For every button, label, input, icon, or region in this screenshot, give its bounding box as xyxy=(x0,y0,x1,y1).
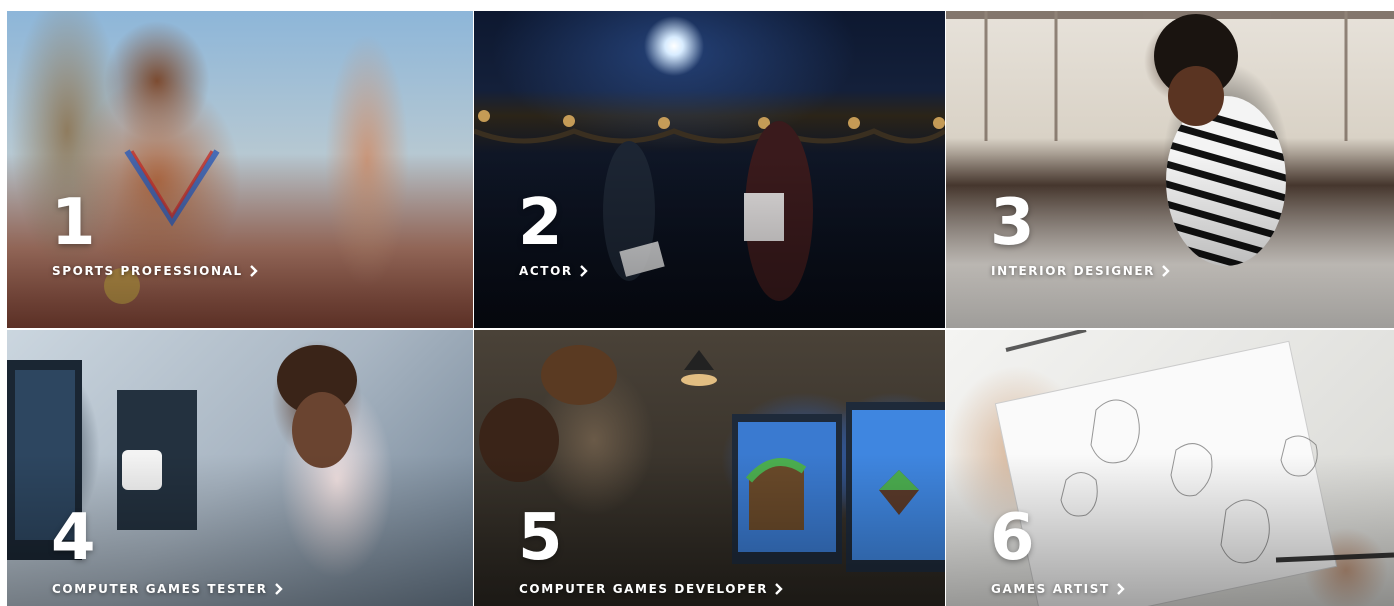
tile-label: INTERIOR DESIGNER xyxy=(991,264,1156,278)
career-tile-games-artist[interactable]: 6 GAMES ARTIST xyxy=(946,330,1394,606)
tile-number: 5 xyxy=(518,501,563,575)
tile-label: GAMES ARTIST xyxy=(991,582,1110,596)
tile-link[interactable]: GAMES ARTIST xyxy=(991,582,1126,596)
tile-link[interactable]: COMPUTER GAMES TESTER xyxy=(52,582,284,596)
career-tile-computer-games-developer[interactable]: 5 COMPUTER GAMES DEVELOPER xyxy=(474,330,945,606)
careers-grid: 1 SPORTS PROFESSIONAL 2 ACTOR 3 INTERIOR… xyxy=(7,11,1394,606)
tile-link[interactable]: INTERIOR DESIGNER xyxy=(991,264,1171,278)
tile-link[interactable]: ACTOR xyxy=(519,264,589,278)
chevron-right-icon xyxy=(579,265,588,277)
tile-label: COMPUTER GAMES DEVELOPER xyxy=(519,582,769,596)
chevron-right-icon xyxy=(274,583,283,595)
tile-number: 3 xyxy=(990,186,1035,260)
career-tile-actor[interactable]: 2 ACTOR xyxy=(474,11,945,328)
chevron-right-icon xyxy=(775,583,783,595)
chevron-right-icon xyxy=(249,265,258,277)
tile-number: 2 xyxy=(518,186,563,260)
chevron-right-icon xyxy=(1162,265,1170,277)
career-tile-interior-designer[interactable]: 3 INTERIOR DESIGNER xyxy=(946,11,1394,328)
career-tile-computer-games-tester[interactable]: 4 COMPUTER GAMES TESTER xyxy=(7,330,473,606)
tile-label: SPORTS PROFESSIONAL xyxy=(52,264,243,278)
tile-label: COMPUTER GAMES TESTER xyxy=(52,582,268,596)
career-tile-sports-professional[interactable]: 1 SPORTS PROFESSIONAL xyxy=(7,11,473,328)
tile-number: 4 xyxy=(51,501,96,575)
tile-number: 6 xyxy=(990,501,1035,575)
chevron-right-icon xyxy=(1116,583,1125,595)
tile-link[interactable]: SPORTS PROFESSIONAL xyxy=(52,264,259,278)
tile-number: 1 xyxy=(51,186,96,260)
tile-label: ACTOR xyxy=(519,264,573,278)
tile-link[interactable]: COMPUTER GAMES DEVELOPER xyxy=(519,582,784,596)
